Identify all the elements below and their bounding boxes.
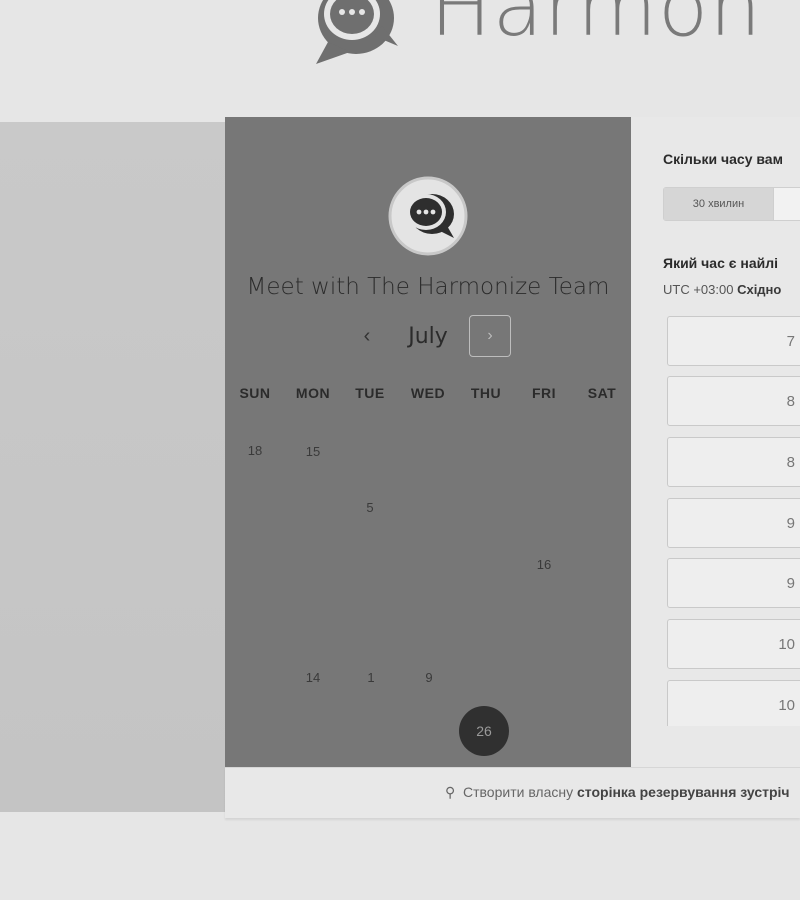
timezone-selector[interactable]: UTC +03:00 Східно bbox=[663, 282, 781, 297]
selected-calendar-day[interactable]: 26 bbox=[459, 706, 509, 756]
calendar-day[interactable]: 15 bbox=[293, 444, 333, 459]
timezone-name: Східно bbox=[737, 282, 782, 297]
time-selection-pane: Скільки часу вам 30 хвилин Який час є на… bbox=[631, 117, 800, 767]
create-booking-page-link[interactable]: сторінка резервування зустріч bbox=[577, 784, 790, 800]
calendar-day[interactable]: 5 bbox=[350, 500, 390, 515]
previous-month-button[interactable]: ‹ bbox=[355, 321, 379, 351]
duration-option-30[interactable]: 30 хвилин bbox=[664, 188, 774, 220]
weekday-wed: WED bbox=[410, 385, 446, 401]
hubspot-sprocket-icon: ⚲ bbox=[445, 784, 456, 800]
chat-bubble-logo-icon bbox=[316, 0, 398, 64]
weekday-sun: SUN bbox=[239, 385, 271, 401]
time-slot-list: 7 8 8 9 9 10 10 bbox=[667, 316, 800, 726]
footer: ⚲ Створити власну сторінка резервування з… bbox=[225, 767, 800, 818]
time-question: Який час є найлі bbox=[663, 255, 779, 271]
meeting-title: Meet with The Harmonize Team bbox=[246, 274, 610, 300]
weekday-tue: TUE bbox=[355, 385, 385, 401]
footer-prefix: Створити власну bbox=[463, 784, 574, 800]
calendar-day[interactable]: 14 bbox=[293, 670, 333, 685]
avatar bbox=[388, 176, 468, 256]
month-navigation: ‹ July › bbox=[225, 315, 631, 359]
calendar-day[interactable]: 9 bbox=[409, 670, 449, 685]
brand-name: Harmon bbox=[430, 0, 763, 55]
calendar-day[interactable]: 18 bbox=[235, 443, 275, 458]
weekday-mon: MON bbox=[295, 385, 331, 401]
time-slot[interactable]: 9 bbox=[667, 498, 800, 548]
time-slot[interactable]: 9 bbox=[667, 558, 800, 608]
timezone-offset: UTC +03:00 bbox=[663, 282, 734, 297]
footer-text: ⚲ Створити власну сторінка резервування з… bbox=[445, 784, 790, 801]
month-label: July bbox=[408, 324, 448, 349]
next-month-button[interactable]: › bbox=[469, 315, 511, 357]
background-panel bbox=[0, 122, 225, 812]
duration-question: Скільки часу вам bbox=[663, 151, 783, 167]
time-slot[interactable]: 10 bbox=[667, 680, 800, 726]
header: Harmon bbox=[0, 0, 800, 115]
calendar-pane: Meet with The Harmonize Team ‹ July › SU… bbox=[225, 117, 631, 767]
time-slot[interactable]: 8 bbox=[667, 437, 800, 487]
calendar-day[interactable]: 1 bbox=[351, 670, 391, 685]
weekday-fri: FRI bbox=[531, 385, 557, 401]
time-slot[interactable]: 7 bbox=[667, 316, 800, 366]
time-slot[interactable]: 8 bbox=[667, 376, 800, 426]
calendar-day[interactable]: 16 bbox=[524, 557, 564, 572]
weekday-header: SUN MON TUE WED THU FRI SAT bbox=[225, 385, 631, 405]
time-slot[interactable]: 10 bbox=[667, 619, 800, 669]
booking-card: Meet with The Harmonize Team ‹ July › SU… bbox=[225, 117, 800, 767]
weekday-thu: THU bbox=[470, 385, 502, 401]
duration-tabs: 30 хвилин bbox=[663, 187, 800, 221]
weekday-sat: SAT bbox=[587, 385, 617, 401]
